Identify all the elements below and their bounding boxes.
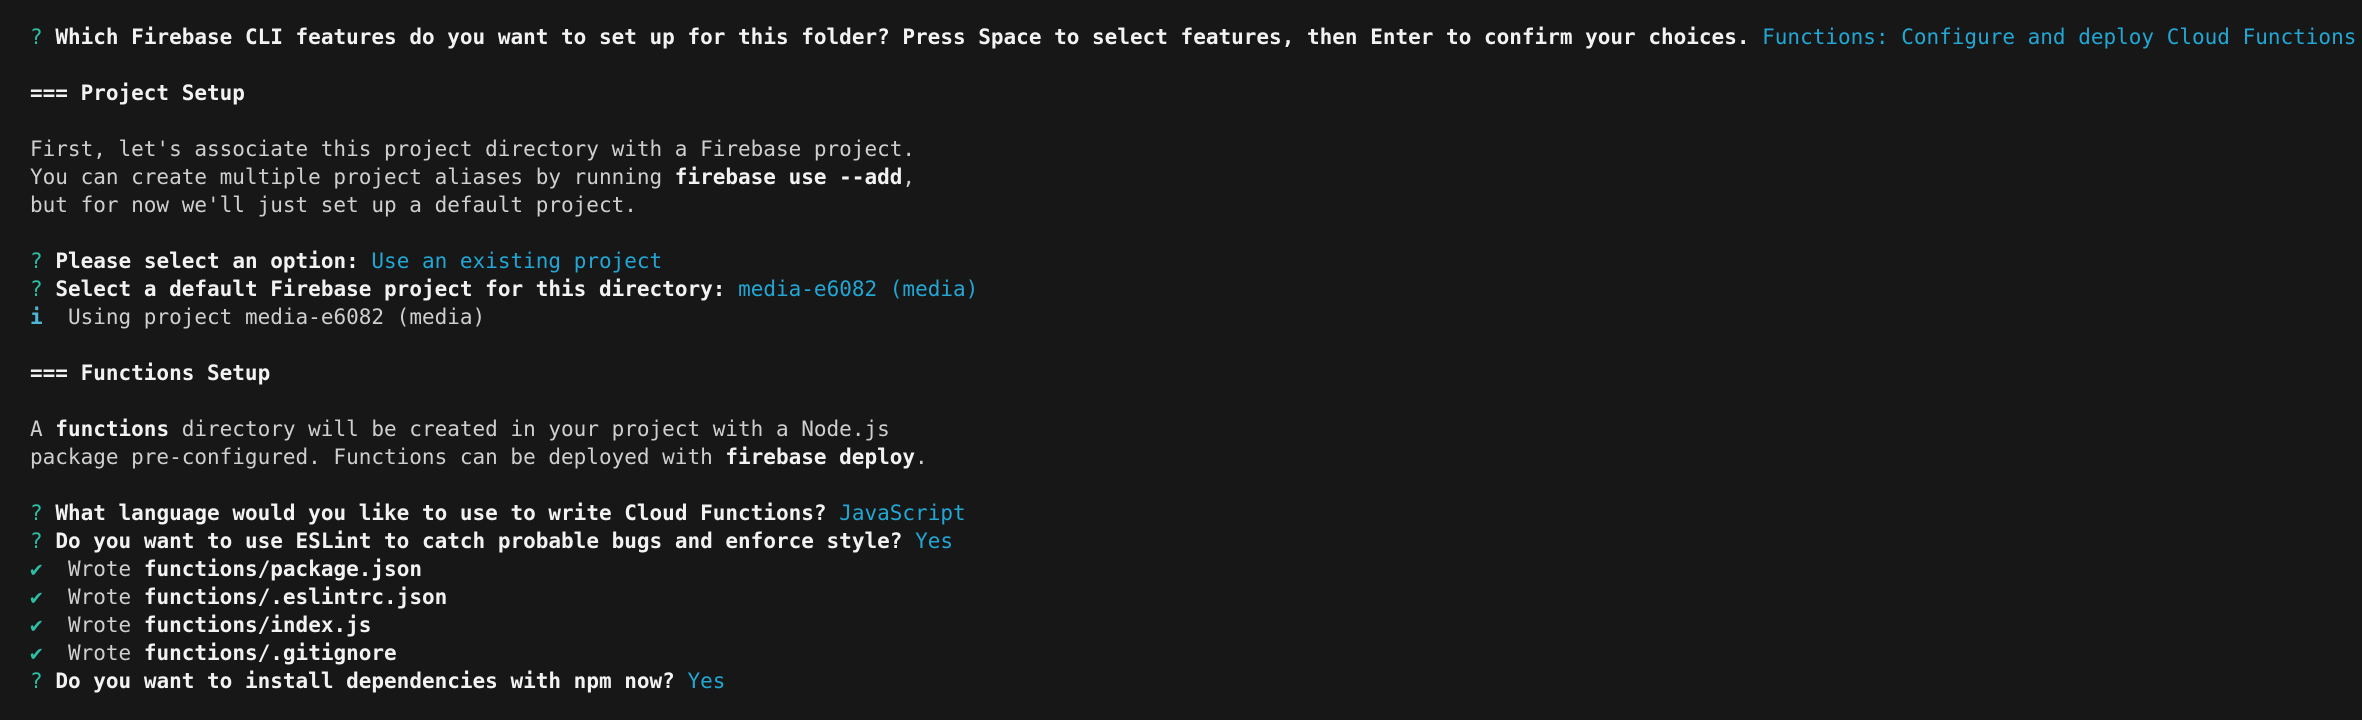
wrote-label: Wrote xyxy=(67,557,132,581)
functions-setup-heading: === Functions Setup xyxy=(30,361,271,385)
eslint-prompt-line: ? Do you want to use ESLint to catch pro… xyxy=(30,527,2340,555)
question-mark-icon: ? xyxy=(30,25,43,49)
default-project-prompt-line: ? Select a default Firebase project for … xyxy=(30,275,2340,303)
wrote-file-path: functions/index.js xyxy=(143,613,372,637)
project-intro-line-1: First, let's associate this project dire… xyxy=(30,137,916,161)
question-mark-icon: ? xyxy=(30,249,43,273)
question-mark-icon: ? xyxy=(30,277,43,301)
intro-text: You can create multiple project aliases … xyxy=(30,165,675,189)
wrote-label: Wrote xyxy=(67,585,132,609)
features-prompt-line: ? Which Firebase CLI features do you wan… xyxy=(30,23,2356,51)
option-prompt: Please select an option: xyxy=(55,249,359,273)
default-project-answer: media-e6082 (media) xyxy=(738,277,979,301)
wrote-file-path: functions/package.json xyxy=(143,557,422,581)
firebase-deploy-command: firebase deploy xyxy=(725,445,916,469)
functions-intro-line-1: A functions directory will be created in… xyxy=(30,415,2340,443)
firebase-use-command: firebase use --add xyxy=(674,165,903,189)
project-intro-line-2: You can create multiple project aliases … xyxy=(30,163,2340,191)
functions-intro-text: A xyxy=(30,417,56,441)
question-mark-icon: ? xyxy=(30,501,43,525)
functions-intro-line-2: package pre-configured. Functions can be… xyxy=(30,443,2340,471)
functions-intro-text: directory will be created in your projec… xyxy=(169,417,890,441)
checkmark-icon: ✔ xyxy=(30,613,43,637)
project-intro-line-3: but for now we'll just set up a default … xyxy=(30,193,637,217)
checkmark-icon: ✔ xyxy=(30,585,43,609)
language-answer: JavaScript xyxy=(839,501,966,525)
language-prompt: What language would you like to use to w… xyxy=(55,501,827,525)
info-icon: i xyxy=(30,305,43,329)
option-answer: Use an existing project xyxy=(371,249,663,273)
wrote-file-path: functions/.gitignore xyxy=(143,641,397,665)
features-prompt: Which Firebase CLI features do you want … xyxy=(55,25,1750,49)
question-mark-icon: ? xyxy=(30,529,43,553)
npm-prompt-line: ? Do you want to install dependencies wi… xyxy=(30,667,2340,695)
npm-answer: Yes xyxy=(687,669,726,693)
npm-prompt: Do you want to install dependencies with… xyxy=(55,669,675,693)
wrote-file-line: ✔ Wrote functions/index.js xyxy=(30,611,2340,639)
using-project-text: Using project media-e6082 (media) xyxy=(67,305,486,329)
project-setup-heading: === Project Setup xyxy=(30,81,245,105)
using-project-line: i Using project media-e6082 (media) xyxy=(30,303,2340,331)
wrote-file-line: ✔ Wrote functions/package.json xyxy=(30,555,2340,583)
intro-punctuation: , xyxy=(902,165,916,189)
functions-directory-name: functions xyxy=(55,417,170,441)
functions-intro-punctuation: . xyxy=(915,445,928,469)
default-project-prompt: Select a default Firebase project for th… xyxy=(55,277,726,301)
terminal-output: ? Which Firebase CLI features do you wan… xyxy=(30,23,2356,695)
eslint-answer: Yes xyxy=(915,529,953,553)
option-prompt-line: ? Please select an option: Use an existi… xyxy=(30,247,2340,275)
wrote-file-line: ✔ Wrote functions/.gitignore xyxy=(30,639,2340,667)
wrote-label: Wrote xyxy=(67,641,132,665)
wrote-file-line: ✔ Wrote functions/.eslintrc.json xyxy=(30,583,2340,611)
wrote-file-path: functions/.eslintrc.json xyxy=(143,585,448,609)
features-answer: Functions: Configure and deploy Cloud Fu… xyxy=(1762,25,2357,49)
eslint-prompt: Do you want to use ESLint to catch proba… xyxy=(55,529,903,553)
checkmark-icon: ✔ xyxy=(30,557,43,581)
functions-intro-text: package pre-configured. Functions can be… xyxy=(30,445,726,469)
wrote-label: Wrote xyxy=(67,613,132,637)
checkmark-icon: ✔ xyxy=(30,641,43,665)
language-prompt-line: ? What language would you like to use to… xyxy=(30,499,2340,527)
question-mark-icon: ? xyxy=(30,669,43,693)
